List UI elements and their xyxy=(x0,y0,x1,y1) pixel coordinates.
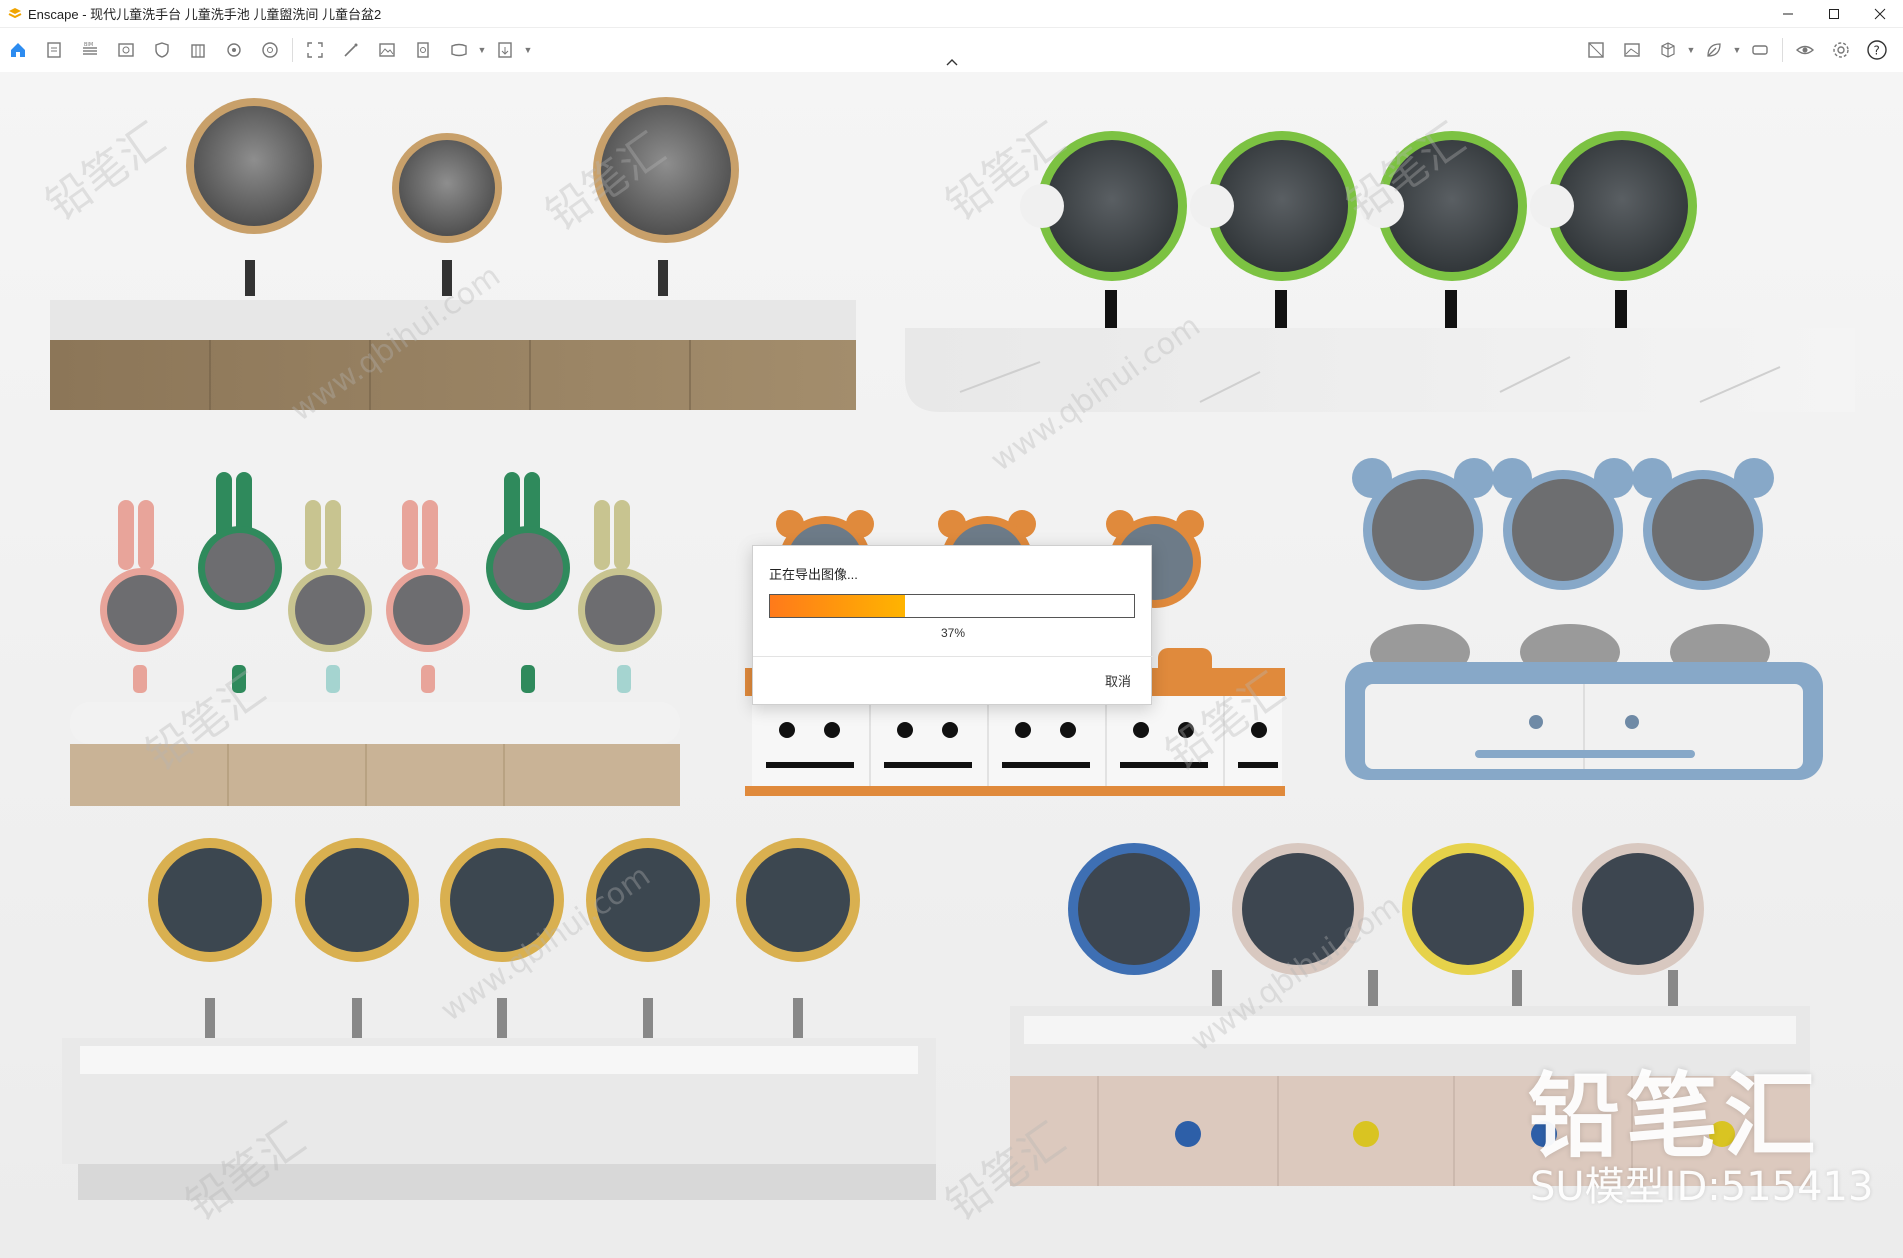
shield-icon xyxy=(155,42,169,58)
progress-fill xyxy=(770,595,905,617)
help-button[interactable]: ? xyxy=(1859,34,1895,66)
document-button[interactable] xyxy=(36,34,72,66)
cube-button[interactable] xyxy=(1650,34,1686,66)
cube-dropdown[interactable]: ▼ xyxy=(1686,34,1696,66)
image-button[interactable] xyxy=(369,34,405,66)
dialog-title: 正在导出图像... xyxy=(769,567,858,582)
batch-export-icon xyxy=(417,42,429,58)
eye-button[interactable] xyxy=(1787,34,1823,66)
window-title: Enscape - 现代儿童洗手台 儿童洗手池 儿童盥洗间 儿童台盆2 xyxy=(28,7,382,22)
export-icon xyxy=(498,42,512,58)
svg-text:铅笔汇: 铅笔汇 xyxy=(37,114,174,231)
panorama-button[interactable] xyxy=(441,34,477,66)
cancel-button[interactable]: 取消 xyxy=(1105,671,1131,690)
screenshot-icon xyxy=(307,42,323,58)
close-button[interactable] xyxy=(1857,0,1903,28)
wand-button[interactable] xyxy=(333,34,369,66)
building-button[interactable] xyxy=(180,34,216,66)
document-icon xyxy=(47,42,61,58)
panorama-dropdown[interactable]: ▼ xyxy=(477,34,487,66)
minimize-icon xyxy=(1783,13,1793,15)
settings-wheel-icon xyxy=(262,42,278,58)
view-icon xyxy=(118,43,134,57)
export-progress-bar xyxy=(769,594,1135,618)
vanity-group-5 xyxy=(1345,458,1823,780)
bim-button[interactable]: BIM xyxy=(72,34,108,66)
progress-percent-label: 37% xyxy=(940,626,966,640)
home-button[interactable] xyxy=(0,34,36,66)
toolbar-separator xyxy=(292,38,293,62)
help-icon: ? xyxy=(1867,40,1887,60)
minimize-button[interactable] xyxy=(1765,0,1811,28)
enscape-logo xyxy=(8,7,22,18)
settings-wheel-button[interactable] xyxy=(252,34,288,66)
vr-headset-icon xyxy=(1752,45,1768,55)
camera-map-button[interactable] xyxy=(216,34,252,66)
asset-library-icon xyxy=(1588,42,1604,58)
panorama-icon xyxy=(451,43,467,57)
eye-icon xyxy=(1795,45,1815,55)
render-button[interactable] xyxy=(1614,34,1650,66)
export-button[interactable] xyxy=(487,34,523,66)
vr-headset-button[interactable] xyxy=(1742,34,1778,66)
view-button[interactable] xyxy=(108,34,144,66)
svg-text:BIM: BIM xyxy=(84,42,93,48)
toolbar-separator-right xyxy=(1782,38,1783,62)
maximize-icon xyxy=(1829,9,1839,19)
export-dropdown[interactable]: ▼ xyxy=(523,34,533,66)
screenshot-button[interactable] xyxy=(297,34,333,66)
chevron-up-icon xyxy=(946,59,958,66)
title-bar: Enscape - 现代儿童洗手台 儿童洗手池 儿童盥洗间 儿童台盆2 xyxy=(0,0,1903,28)
batch-export-button[interactable] xyxy=(405,34,441,66)
asset-library-button[interactable] xyxy=(1578,34,1614,66)
home-icon xyxy=(11,43,25,57)
image-icon xyxy=(379,43,395,57)
bim-icon: BIM xyxy=(83,42,97,55)
maximize-button[interactable] xyxy=(1811,0,1857,28)
svg-text:?: ? xyxy=(1874,44,1880,58)
gear-button[interactable] xyxy=(1823,34,1859,66)
gear-icon xyxy=(1833,42,1849,58)
vanity-group-1 xyxy=(50,97,856,410)
vanity-group-6 xyxy=(62,838,936,1200)
model-id-watermark: SU模型ID:515413 xyxy=(1530,1164,1874,1210)
leaf-icon xyxy=(1707,43,1721,57)
leaf-button[interactable] xyxy=(1696,34,1732,66)
export-progress-dialog: 正在导出图像... 37% 取消 xyxy=(752,545,1153,705)
leaf-dropdown[interactable]: ▼ xyxy=(1732,34,1742,66)
camera-map-icon xyxy=(227,43,241,57)
dialog-divider xyxy=(753,656,1153,657)
cube-icon xyxy=(1661,42,1675,58)
wand-icon xyxy=(344,43,358,57)
render-icon xyxy=(1624,43,1640,57)
close-icon xyxy=(1874,8,1886,20)
collapse-toolbar-button[interactable] xyxy=(940,54,964,70)
shield-button[interactable] xyxy=(144,34,180,66)
building-icon xyxy=(191,44,205,58)
